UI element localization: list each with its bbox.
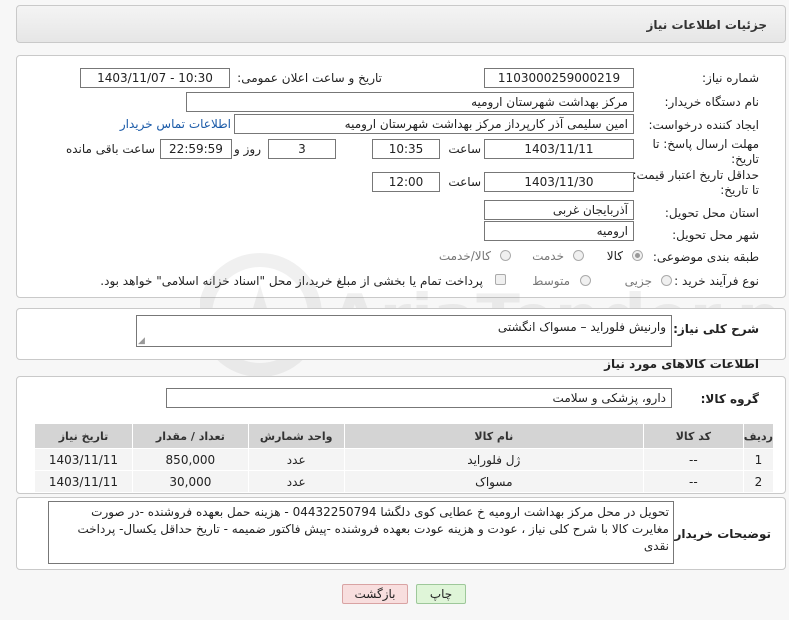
need-number-label: شماره نیاز: [702, 71, 759, 85]
validity-time-field[interactable]: 12:00 [372, 172, 440, 192]
col-unit: واحد شمارش [247, 423, 345, 449]
item-qty: 30,000 [131, 470, 249, 493]
goods-section-title: اطلاعات کالاهای مورد نیاز [604, 357, 759, 371]
validity-time-label: ساعت [448, 175, 481, 189]
purchase-type-label: نوع فرآیند خرید : [674, 274, 759, 288]
city-field[interactable]: ارومیه [484, 221, 634, 241]
resize-grip-icon[interactable]: ◢ [138, 336, 145, 346]
back-button[interactable]: بازگشت [342, 584, 408, 604]
col-date: تاریخ نیاز [34, 423, 133, 449]
item-qty: 850,000 [131, 448, 249, 471]
item-unit: عدد [247, 448, 345, 471]
buyer-org-label: نام دستگاه خریدار: [664, 95, 760, 109]
item-code: -- [642, 448, 744, 471]
summary-label: شرح کلی نیاز: [673, 322, 759, 336]
category-radio-service[interactable] [573, 250, 584, 261]
item-name: مسواک [343, 470, 644, 493]
announce-datetime-label: تاریخ و ساعت اعلان عمومی: [237, 71, 382, 85]
table-row: 1 -- ژل فلوراید عدد 850,000 1403/11/11 [34, 448, 775, 471]
table-row: 2 -- مسواک عدد 30,000 1403/11/11 [34, 470, 775, 493]
purchase-option-minor-label: جزیی [624, 274, 652, 288]
remaining-label: ساعت باقی مانده [65, 142, 155, 156]
page-header: جزئیات اطلاعات نیاز [16, 5, 786, 43]
deadline-time-label: ساعت [448, 142, 481, 156]
goods-group-label: گروه کالا: [700, 392, 759, 406]
remaining-time-field[interactable]: 22:59:59 [160, 139, 232, 159]
validity-date-field[interactable]: 1403/11/30 [484, 172, 634, 192]
purchase-radio-medium[interactable] [580, 275, 591, 286]
requester-field[interactable]: امین سلیمی آذر کارپرداز مرکز بهداشت شهرس… [234, 114, 634, 134]
page-title: جزئیات اطلاعات نیاز [646, 18, 767, 32]
item-name: ژل فلوراید [343, 448, 644, 471]
item-date: 1403/11/11 [34, 470, 133, 493]
buyer-org-field[interactable]: مرکز بهداشت شهرستان ارومیه [186, 92, 634, 112]
announce-datetime-field[interactable]: 1403/11/07 - 10:30 [80, 68, 230, 88]
notes-field[interactable]: تحویل در محل مرکز بهداشت ارومیه خ عطایی … [48, 501, 674, 564]
goods-table-header: ردیف کد کالا نام کالا واحد شمارش تعداد /… [34, 423, 775, 449]
treasury-payment-note: پرداخت تمام یا بخشی از مبلغ خرید،از محل … [100, 274, 483, 288]
col-code: کد کالا [642, 423, 744, 449]
treasury-payment-checkbox[interactable] [495, 274, 506, 285]
need-number-field[interactable]: 1103000259000219 [484, 68, 634, 88]
category-option-goods-service-label: کالا/خدمت [438, 249, 491, 263]
purchase-radio-minor[interactable] [661, 275, 672, 286]
category-radio-goods[interactable] [632, 250, 643, 261]
province-label: استان محل تحویل: [664, 206, 759, 220]
notes-label: توضیحات خریدار: [669, 527, 771, 541]
col-row: ردیف [742, 423, 775, 449]
purchase-option-medium-label: متوسط [532, 274, 570, 288]
row-number: 2 [742, 470, 775, 493]
days-label: روز و [234, 142, 261, 156]
goods-table: ردیف کد کالا نام کالا واحد شمارش تعداد /… [34, 423, 775, 493]
print-button[interactable]: چاپ [416, 584, 466, 604]
category-option-goods-label: کالا [606, 249, 623, 263]
item-unit: عدد [247, 470, 345, 493]
city-label: شهر محل تحویل: [672, 228, 759, 242]
col-qty: تعداد / مقدار [131, 423, 249, 449]
category-option-service-label: خدمت [532, 249, 564, 263]
item-code: -- [642, 470, 744, 493]
province-field[interactable]: آذربایجان غربی [484, 200, 634, 220]
deadline-time-field[interactable]: 10:35 [372, 139, 440, 159]
category-label: طبقه بندی موضوعی: [652, 250, 759, 264]
buyer-contact-link[interactable]: اطلاعات تماس خریدار [120, 117, 231, 131]
item-date: 1403/11/11 [34, 448, 133, 471]
summary-field[interactable]: وارنیش فلوراید – مسواک انگشتی [136, 315, 672, 347]
category-radio-goods-service[interactable] [500, 250, 511, 261]
row-number: 1 [742, 448, 775, 471]
deadline-days-field[interactable]: 3 [268, 139, 336, 159]
goods-group-field[interactable]: دارو، پزشکی و سلامت [166, 388, 672, 408]
requester-label: ایجاد کننده درخواست: [648, 118, 759, 132]
deadline-date-field[interactable]: 1403/11/11 [484, 139, 634, 159]
validity-label: حداقل تاریخ اعتبار قیمت: تا تاریخ: [632, 168, 759, 197]
col-name: نام کالا [343, 423, 644, 449]
deadline-label: مهلت ارسال پاسخ: تا تاریخ: [652, 137, 759, 166]
